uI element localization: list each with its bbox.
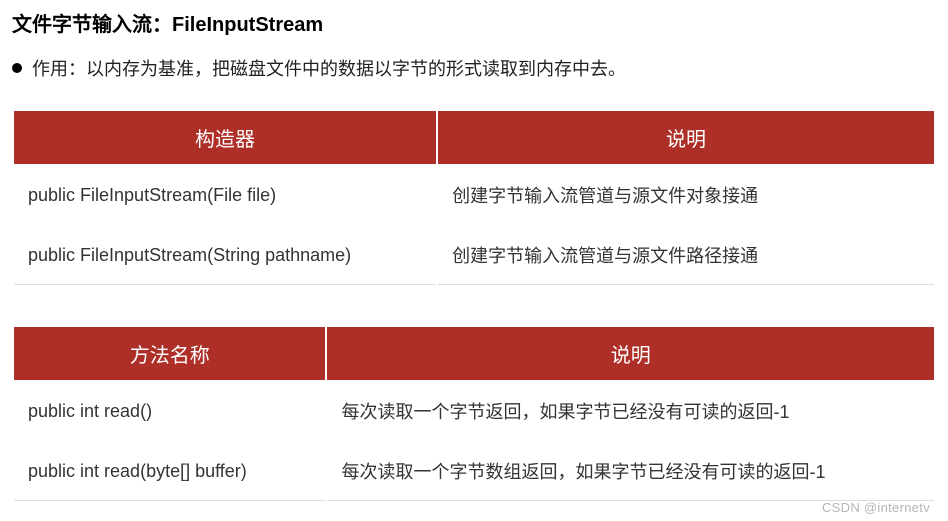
col-header-method: 方法名称 (13, 326, 326, 381)
methods-table: 方法名称 说明 public int read() 每次读取一个字节返回，如果字… (12, 325, 936, 501)
table-row: public FileInputStream(String pathname) … (13, 225, 935, 285)
table-gap (12, 285, 936, 325)
constructor-signature: public FileInputStream(File file) (13, 165, 437, 225)
table-header-row: 方法名称 说明 (13, 326, 935, 381)
constructor-description: 创建字节输入流管道与源文件路径接通 (437, 225, 935, 285)
document-page: 文件字节输入流：FileInputStream 作用：以内存为基准，把磁盘文件中… (0, 0, 948, 501)
page-title: 文件字节输入流：FileInputStream (12, 8, 936, 37)
table-row: public int read() 每次读取一个字节返回，如果字节已经没有可读的… (13, 381, 935, 441)
col-header-description: 说明 (326, 326, 935, 381)
constructor-description: 创建字节输入流管道与源文件对象接通 (437, 165, 935, 225)
constructors-table: 构造器 说明 public FileInputStream(File file)… (12, 109, 936, 285)
table-row: public FileInputStream(File file) 创建字节输入… (13, 165, 935, 225)
watermark-text: CSDN @internetv (822, 500, 930, 515)
table-header-row: 构造器 说明 (13, 110, 935, 165)
bullet-text: 作用：以内存为基准，把磁盘文件中的数据以字节的形式读取到内存中去。 (32, 55, 626, 81)
table-row: public int read(byte[] buffer) 每次读取一个字节数… (13, 441, 935, 501)
constructor-signature: public FileInputStream(String pathname) (13, 225, 437, 285)
method-signature: public int read(byte[] buffer) (13, 441, 326, 501)
bullet-dot-icon (12, 63, 22, 73)
method-signature: public int read() (13, 381, 326, 441)
method-description: 每次读取一个字节数组返回，如果字节已经没有可读的返回-1 (326, 441, 935, 501)
bullet-item: 作用：以内存为基准，把磁盘文件中的数据以字节的形式读取到内存中去。 (12, 55, 936, 81)
method-description: 每次读取一个字节返回，如果字节已经没有可读的返回-1 (326, 381, 935, 441)
col-header-description: 说明 (437, 110, 935, 165)
col-header-constructor: 构造器 (13, 110, 437, 165)
